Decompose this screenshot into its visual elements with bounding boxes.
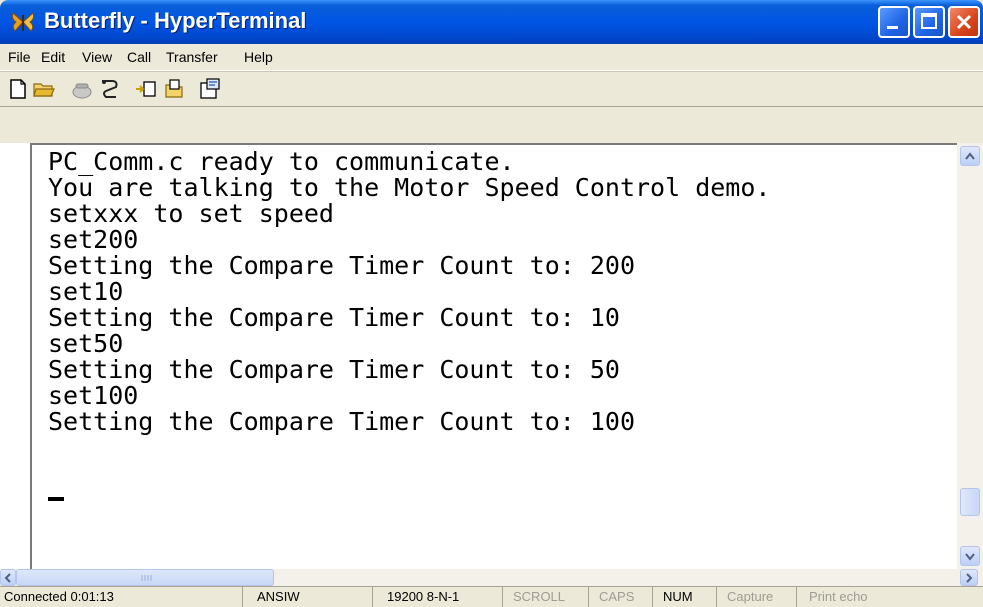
close-button[interactable] xyxy=(948,6,980,38)
arrow-left-icon xyxy=(4,573,11,583)
terminal-line: setxxx to set speed xyxy=(48,199,334,228)
vertical-scrollbar[interactable] xyxy=(957,143,983,569)
menu-bar: File Edit View Call Transfer Help xyxy=(0,44,983,71)
terminal-left-margin xyxy=(0,143,31,569)
toolbar xyxy=(0,71,983,107)
scroll-up-button[interactable] xyxy=(960,146,980,166)
butterfly-app-icon[interactable] xyxy=(10,9,36,35)
horizontal-scrollbar[interactable] xyxy=(0,569,983,586)
window-title: Butterfly - HyperTerminal xyxy=(44,8,307,33)
menu-help[interactable]: Help xyxy=(244,49,273,65)
menu-view[interactable]: View xyxy=(82,49,112,65)
vertical-scroll-thumb[interactable] xyxy=(960,488,980,516)
scroll-right-button[interactable] xyxy=(960,569,978,586)
arrow-right-icon xyxy=(966,573,973,583)
hyperterminal-window: Butterfly - HyperTerminal File Edit View… xyxy=(0,0,983,607)
minimize-icon xyxy=(887,26,898,29)
menu-call[interactable]: Call xyxy=(127,49,151,65)
open-icon[interactable] xyxy=(32,77,56,101)
terminal-line: set200 xyxy=(48,225,139,254)
phone-icon[interactable] xyxy=(70,77,94,101)
status-caps: CAPS xyxy=(589,587,653,607)
status-connected: Connected 0:01:13 xyxy=(0,587,243,607)
terminal-line: Setting the Compare Timer Count to: 100 xyxy=(48,407,635,436)
terminal-line: PC_Comm.c ready to communicate. xyxy=(48,147,515,176)
new-connection-icon[interactable] xyxy=(6,77,30,101)
minimize-button[interactable] xyxy=(878,6,910,38)
horizontal-scroll-thumb[interactable] xyxy=(16,569,274,586)
terminal-line: set10 xyxy=(48,277,124,306)
status-capture: Capture xyxy=(717,587,797,607)
status-num: NUM xyxy=(653,587,717,607)
menu-transfer[interactable]: Transfer xyxy=(166,49,218,65)
grip-icon xyxy=(141,575,152,581)
properties-icon[interactable] xyxy=(198,77,222,101)
scroll-down-button[interactable] xyxy=(960,546,980,566)
status-settings: 19200 8-N-1 xyxy=(373,587,503,607)
terminal-output[interactable]: PC_Comm.c ready to communicate. You are … xyxy=(30,143,957,569)
menu-file[interactable]: File xyxy=(8,49,31,65)
status-scroll: SCROLL xyxy=(503,587,589,607)
receive-file-icon[interactable] xyxy=(162,77,186,101)
status-print-echo: Print echo xyxy=(809,589,868,604)
maximize-button[interactable] xyxy=(913,6,945,38)
terminal-line: Setting the Compare Timer Count to: 50 xyxy=(48,355,620,384)
menu-edit[interactable]: Edit xyxy=(41,49,65,65)
maximize-icon xyxy=(921,13,937,29)
terminal-line: Setting the Compare Timer Count to: 10 xyxy=(48,303,620,332)
scroll-left-button[interactable] xyxy=(0,569,16,586)
terminal-line: set100 xyxy=(48,381,139,410)
disconnect-icon[interactable] xyxy=(98,77,122,101)
send-file-icon[interactable] xyxy=(134,77,158,101)
terminal-line: set50 xyxy=(48,329,124,358)
title-bar[interactable]: Butterfly - HyperTerminal xyxy=(0,0,983,44)
terminal-line: You are talking to the Motor Speed Contr… xyxy=(48,173,771,202)
arrow-down-icon xyxy=(965,553,975,561)
text-cursor xyxy=(48,497,64,501)
status-emulation: ANSIW xyxy=(243,587,373,607)
close-icon xyxy=(956,14,972,30)
status-bar: Connected 0:01:13 ANSIW 19200 8-N-1 SCRO… xyxy=(0,586,983,607)
arrow-up-icon xyxy=(965,152,975,160)
terminal-line: Setting the Compare Timer Count to: 200 xyxy=(48,251,635,280)
